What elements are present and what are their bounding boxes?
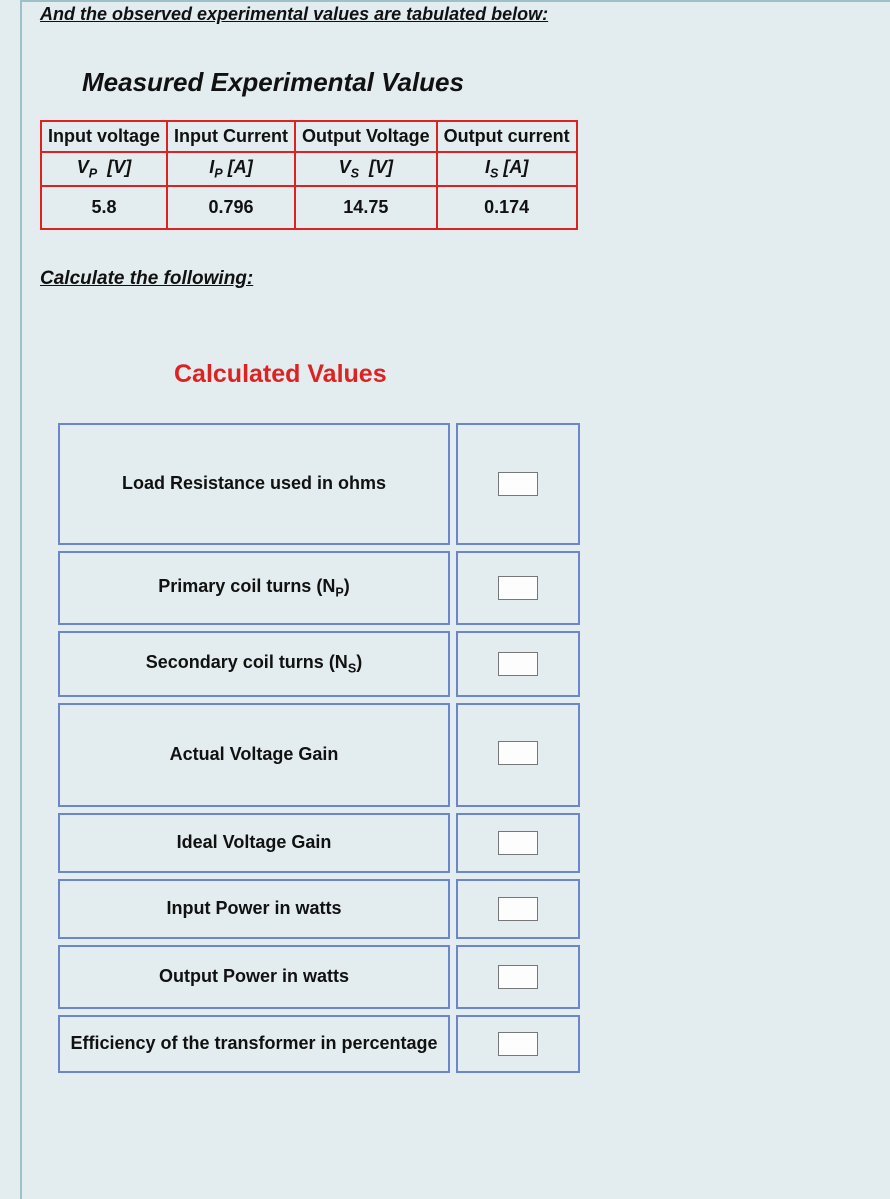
primary-turns-input[interactable]: [498, 576, 538, 600]
output-power-input[interactable]: [498, 965, 538, 989]
col-header: Output Voltage: [295, 121, 437, 152]
load-resistance-input[interactable]: [498, 472, 538, 496]
intro-text: And the observed experimental values are…: [40, 2, 872, 25]
actual-voltage-gain-input[interactable]: [498, 741, 538, 765]
calc-label: Input Power in watts: [58, 879, 450, 939]
calc-label: Primary coil turns (NP): [58, 551, 450, 625]
table-row: Load Resistance used in ohms: [58, 423, 580, 545]
calc-label: Load Resistance used in ohms: [58, 423, 450, 545]
table-row: Secondary coil turns (NS): [58, 631, 580, 697]
col-header: Output current: [437, 121, 577, 152]
calc-input-cell: [456, 631, 580, 697]
calc-input-cell: [456, 1015, 580, 1073]
col-subheader: IP [A]: [167, 152, 295, 186]
input-power-input[interactable]: [498, 897, 538, 921]
efficiency-input[interactable]: [498, 1032, 538, 1056]
col-subheader: VS [V]: [295, 152, 437, 186]
table-row: Output Power in watts: [58, 945, 580, 1009]
calc-input-cell: [456, 945, 580, 1009]
calc-label: Output Power in watts: [58, 945, 450, 1009]
calc-label: Actual Voltage Gain: [58, 703, 450, 807]
col-subheader: VP [V]: [41, 152, 167, 186]
ideal-voltage-gain-input[interactable]: [498, 831, 538, 855]
calc-input-cell: [456, 423, 580, 545]
table-subheader-row: VP [V] IP [A] VS [V] IS [A]: [41, 152, 577, 186]
calc-input-cell: [456, 703, 580, 807]
table-cell: 5.8: [41, 186, 167, 229]
table-row: Ideal Voltage Gain: [58, 813, 580, 873]
calc-label: Secondary coil turns (NS): [58, 631, 450, 697]
table-cell: 0.796: [167, 186, 295, 229]
table-row: Efficiency of the transformer in percent…: [58, 1015, 580, 1073]
calculated-values-title: Calculated Values: [174, 360, 872, 389]
table-cell: 14.75: [295, 186, 437, 229]
measured-values-table: Input voltage Input Current Output Volta…: [40, 120, 578, 230]
calc-label: Ideal Voltage Gain: [58, 813, 450, 873]
table-row: Actual Voltage Gain: [58, 703, 580, 807]
measured-values-title: Measured Experimental Values: [82, 67, 872, 98]
col-subheader: IS [A]: [437, 152, 577, 186]
table-header-row: Input voltage Input Current Output Volta…: [41, 121, 577, 152]
calculated-values-table: Load Resistance used in ohms Primary coi…: [52, 417, 586, 1079]
table-row: Input Power in watts: [58, 879, 580, 939]
calc-input-cell: [456, 551, 580, 625]
calc-label: Efficiency of the transformer in percent…: [58, 1015, 450, 1073]
table-row: 5.8 0.796 14.75 0.174: [41, 186, 577, 229]
table-cell: 0.174: [437, 186, 577, 229]
col-header: Input voltage: [41, 121, 167, 152]
col-header: Input Current: [167, 121, 295, 152]
calc-input-cell: [456, 813, 580, 873]
calculate-heading: Calculate the following:: [40, 268, 872, 290]
secondary-turns-input[interactable]: [498, 652, 538, 676]
table-row: Primary coil turns (NP): [58, 551, 580, 625]
calc-input-cell: [456, 879, 580, 939]
